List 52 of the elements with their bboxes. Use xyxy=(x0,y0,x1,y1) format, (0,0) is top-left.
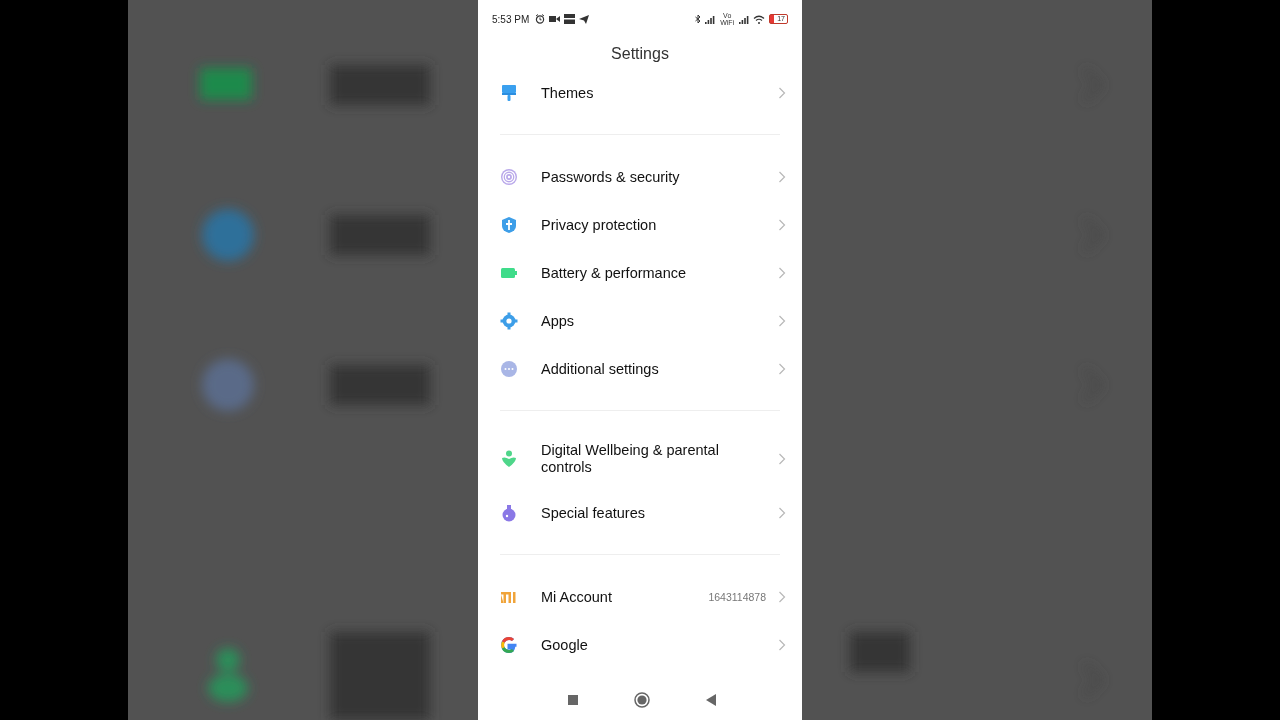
chevron-right-icon xyxy=(778,453,786,465)
signal-icon xyxy=(705,14,716,24)
settings-item[interactable]: Apps xyxy=(478,297,802,345)
more-icon xyxy=(500,360,518,378)
fingerprint-icon xyxy=(500,168,518,186)
clock-time: 5:53 PM xyxy=(492,13,530,25)
settings-item[interactable]: Privacy protection xyxy=(478,201,802,249)
item-label: Additional settings xyxy=(541,360,660,378)
video-camera-icon xyxy=(549,15,561,23)
chevron-right-icon xyxy=(778,267,786,279)
settings-item[interactable]: Themes xyxy=(478,69,802,117)
send-icon xyxy=(579,14,590,24)
settings-item[interactable]: Battery & performance xyxy=(478,249,802,297)
settings-item[interactable]: Special features xyxy=(478,489,802,537)
settings-item[interactable]: Google xyxy=(478,621,802,669)
chevron-right-icon xyxy=(778,87,786,99)
chevron-right-icon xyxy=(778,363,786,375)
chevron-right-icon xyxy=(778,639,786,651)
chevron-right-icon xyxy=(778,591,786,603)
paint-roller-icon xyxy=(500,84,518,102)
chevron-right-icon xyxy=(778,315,786,327)
chevron-right-icon xyxy=(778,507,786,519)
screen-title: Settings xyxy=(610,44,670,64)
chevron-right-icon xyxy=(778,219,786,231)
signal-icon xyxy=(739,14,750,24)
bluetooth-icon xyxy=(695,14,702,24)
circle-icon xyxy=(634,692,650,708)
figure-heart-icon xyxy=(500,450,518,468)
chevron-right-icon xyxy=(778,171,786,183)
google-logo-icon xyxy=(500,636,518,654)
triangle-icon xyxy=(706,694,716,706)
item-value: 1643114878 xyxy=(708,591,766,603)
item-label: Themes xyxy=(541,84,595,102)
settings-item[interactable]: Digital Wellbeing & parental controls xyxy=(478,429,802,489)
item-label: Apps xyxy=(541,312,576,330)
settings-icon xyxy=(500,312,518,330)
item-label: Google xyxy=(541,636,589,654)
square-icon xyxy=(568,695,578,705)
alarm-icon xyxy=(535,14,546,24)
item-label: Privacy protection xyxy=(541,216,658,234)
settings-item[interactable]: Additional settings xyxy=(478,345,802,393)
screen-icon xyxy=(564,14,576,24)
wifi-icon xyxy=(753,14,766,24)
item-label: Special features xyxy=(541,504,646,522)
flask-icon xyxy=(500,504,518,522)
settings-item[interactable]: Mi Account 1643114878 xyxy=(478,573,802,621)
item-label: Mi Account xyxy=(541,588,613,606)
item-label: Passwords & security xyxy=(541,168,681,186)
settings-item[interactable]: Passwords & security xyxy=(478,153,802,201)
shield-icon xyxy=(500,216,518,234)
item-label: Battery & performance xyxy=(541,264,688,282)
item-label: Digital Wellbeing & parental controls xyxy=(541,442,720,476)
